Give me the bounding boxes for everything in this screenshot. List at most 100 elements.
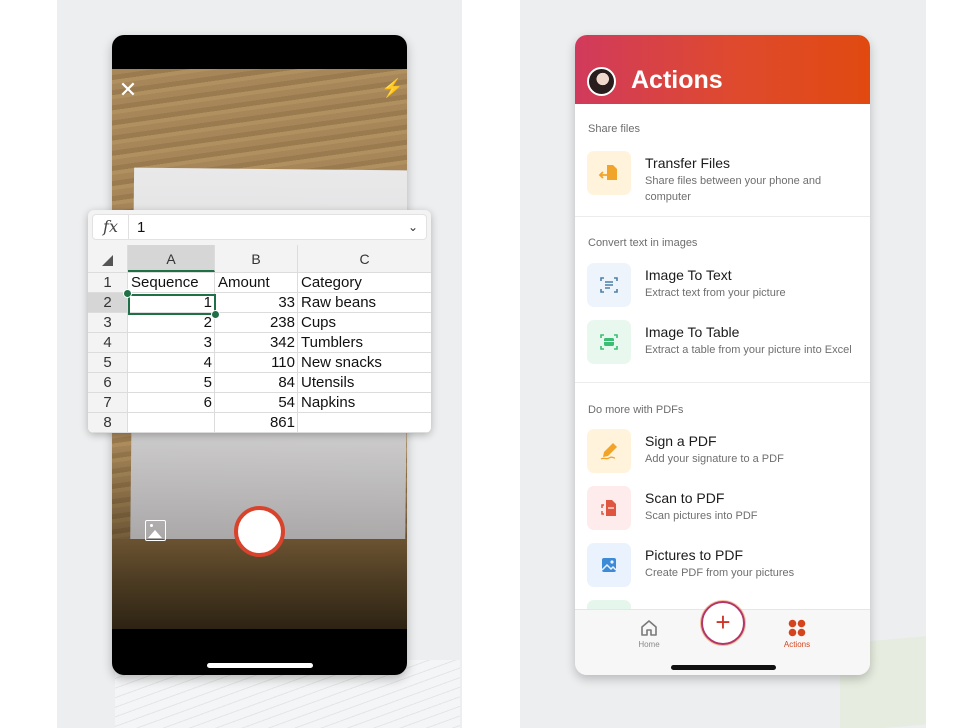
create-new-button[interactable]: + (701, 601, 745, 645)
section-divider (575, 216, 870, 217)
actions-list: Share files Transfer Files Share files b… (575, 104, 870, 609)
table-row: 3 2 238 Cups (88, 313, 431, 333)
column-header-row: A B C (88, 245, 431, 273)
row-header[interactable]: 4 (88, 333, 128, 352)
action-image-to-text[interactable]: Image To Text Extract text from your pic… (575, 263, 870, 315)
cell[interactable]: Amount (215, 273, 298, 292)
action-title: Image To Text (645, 267, 732, 283)
cell[interactable]: 861 (215, 413, 298, 432)
cell[interactable]: Category (298, 273, 431, 292)
table-row: 4 3 342 Tumblers (88, 333, 431, 353)
formula-input[interactable]: 1 (137, 215, 145, 239)
actions-grid-icon (788, 619, 806, 637)
action-sign-pdf[interactable]: Sign a PDF Add your signature to a PDF (575, 429, 870, 481)
avatar[interactable] (587, 67, 616, 96)
cell[interactable]: New snacks (298, 353, 431, 372)
shutter-button[interactable] (234, 506, 285, 557)
row-header[interactable]: 7 (88, 393, 128, 412)
image-to-table-icon (587, 320, 631, 364)
plus-icon: + (715, 607, 731, 637)
cell[interactable]: Sequence (128, 273, 215, 292)
cell[interactable] (298, 413, 431, 432)
formula-bar[interactable]: fx 1 ⌄ (92, 214, 427, 240)
flash-auto-icon[interactable]: ⚡ (381, 77, 403, 99)
action-title: Image To Table (645, 324, 740, 340)
cell-selected[interactable]: 1 (128, 293, 215, 312)
cell[interactable]: 33 (215, 293, 298, 312)
cell[interactable]: 54 (215, 393, 298, 412)
row-header[interactable]: 6 (88, 373, 128, 392)
cell[interactable]: Napkins (298, 393, 431, 412)
image-gallery-icon[interactable] (145, 520, 166, 541)
spreadsheet-grid: A B C 1 Sequence Amount Category 2 1 33 … (88, 245, 431, 433)
home-icon (641, 620, 657, 636)
signature-pen-icon (587, 429, 631, 473)
column-header-c[interactable]: C (298, 245, 431, 272)
selection-handle-end[interactable] (211, 310, 220, 319)
transfer-files-icon (587, 151, 631, 195)
cell[interactable]: 4 (128, 353, 215, 372)
section-label-convert-text: Convert text in images (588, 237, 698, 249)
table-row: 5 4 110 New snacks (88, 353, 431, 373)
cell[interactable]: 5 (128, 373, 215, 392)
close-icon[interactable]: ✕ (118, 79, 138, 101)
scan-to-pdf-icon (587, 486, 631, 530)
fx-icon: fx (93, 215, 129, 239)
table-row: 8 861 (88, 413, 431, 433)
section-label-pdfs: Do more with PDFs (588, 404, 684, 416)
action-subtitle: Create PDF from your pictures (645, 567, 795, 579)
tab-actions[interactable]: Actions (772, 616, 822, 652)
tab-home[interactable]: Home (624, 616, 674, 652)
section-label-share-files: Share files (588, 123, 640, 135)
action-title: Scan to PDF (645, 490, 725, 506)
home-indicator[interactable] (671, 665, 776, 670)
table-row: 2 1 33 Raw beans (88, 293, 431, 313)
cell[interactable]: 2 (128, 313, 215, 332)
row-header[interactable]: 5 (88, 353, 128, 372)
pictures-to-pdf-icon (587, 543, 631, 587)
image-to-text-icon (587, 263, 631, 307)
column-header-b[interactable]: B (215, 245, 298, 272)
action-subtitle: Extract a table from your picture into E… (645, 344, 852, 356)
background-left (0, 0, 57, 728)
select-all-corner[interactable] (88, 245, 128, 272)
action-subtitle: Extract text from your picture (645, 287, 786, 299)
background-right (926, 0, 970, 728)
action-transfer-files[interactable]: Transfer Files Share files between your … (575, 151, 870, 203)
action-scan-to-pdf[interactable]: Scan to PDF Scan pictures into PDF (575, 486, 870, 538)
section-divider (575, 382, 870, 383)
action-subtitle: Scan pictures into PDF (645, 510, 758, 522)
row-header[interactable]: 8 (88, 413, 128, 432)
bottom-tab-bar: Home + Actions (575, 601, 870, 675)
gallery-mountain-shape (148, 530, 162, 538)
cell[interactable]: 6 (128, 393, 215, 412)
cell[interactable]: 238 (215, 313, 298, 332)
cell[interactable]: Cups (298, 313, 431, 332)
cell[interactable]: 84 (215, 373, 298, 392)
cell[interactable]: Utensils (298, 373, 431, 392)
column-header-a[interactable]: A (128, 245, 215, 272)
row-header[interactable]: 3 (88, 313, 128, 332)
action-title: Sign a PDF (645, 433, 717, 449)
cell[interactable] (128, 413, 215, 432)
select-all-icon (102, 254, 113, 266)
action-subtitle: Share files between your phone and compu… (645, 175, 822, 203)
chevron-down-icon[interactable]: ⌄ (408, 215, 418, 239)
cell[interactable]: 110 (215, 353, 298, 372)
action-pictures-to-pdf[interactable]: Pictures to PDF Create PDF from your pic… (575, 543, 870, 595)
actions-phone-screen: Actions Share files Transfer Files Share… (575, 35, 870, 675)
home-indicator[interactable] (207, 663, 313, 668)
tab-actions-label: Actions (783, 640, 811, 649)
gallery-sun-shape (150, 524, 153, 527)
tab-home-label: Home (638, 640, 660, 649)
selection-handle-start[interactable] (123, 289, 132, 298)
table-row: 7 6 54 Napkins (88, 393, 431, 413)
action-image-to-table[interactable]: Image To Table Extract a table from your… (575, 320, 870, 372)
row-header[interactable]: 1 (88, 273, 128, 292)
cell[interactable]: Raw beans (298, 293, 431, 312)
action-title: Transfer Files (645, 155, 731, 171)
cell[interactable]: 342 (215, 333, 298, 352)
cell[interactable]: 3 (128, 333, 215, 352)
row-header[interactable]: 2 (88, 293, 128, 312)
cell[interactable]: Tumblers (298, 333, 431, 352)
